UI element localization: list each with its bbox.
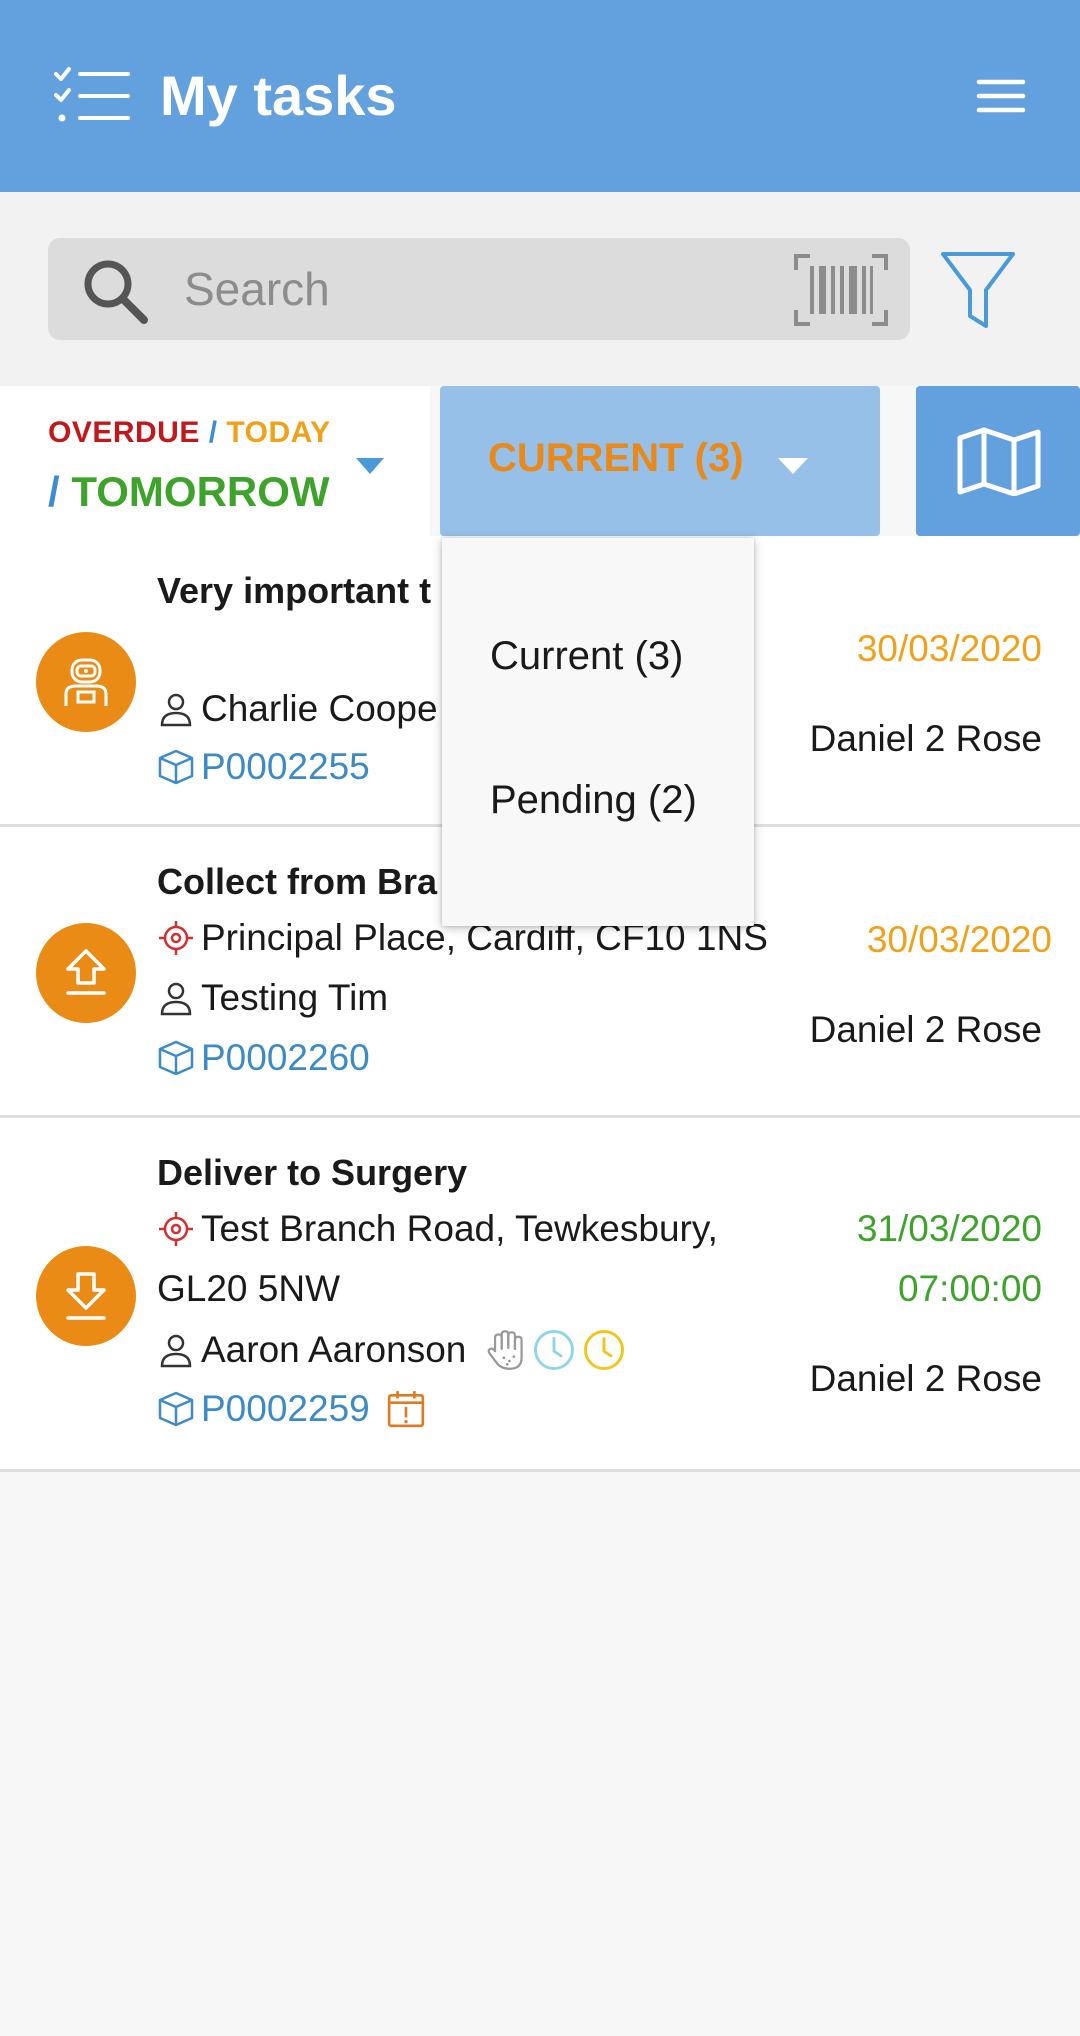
task-due-date: 30/03/2020 [866, 919, 1052, 960]
clock-yellow-icon [584, 1330, 625, 1370]
location-target-icon [159, 921, 193, 955]
package-icon [158, 1391, 194, 1427]
task-contact-name: Charlie Coope [201, 688, 438, 729]
task-type-avatar [36, 632, 136, 732]
hand-icon [487, 1330, 524, 1370]
filter-tabs: OVERDUE / TODAY / TOMORROW CURRENT (3) [0, 386, 1080, 536]
package-icon [158, 749, 194, 785]
task-address-line2-text: GL20 5NW [157, 1268, 341, 1309]
location-target-icon [159, 1212, 193, 1246]
task-due-date: 31/03/2020 [856, 1208, 1042, 1249]
dropdown-option-pending[interactable]: Pending (2) [490, 778, 697, 823]
search-box[interactable] [48, 238, 910, 340]
task-title: Collect from Bra [157, 861, 438, 902]
task-contact-name: Aaron Aaronson [201, 1329, 467, 1370]
task-driver: Daniel 2 Rose [809, 1358, 1042, 1399]
clock-blue-icon [534, 1330, 575, 1370]
person-icon [160, 1334, 192, 1368]
barcode-scan-icon[interactable] [794, 254, 888, 326]
task-title: Deliver to Surgery [157, 1152, 468, 1193]
calendar-alert-icon [387, 1391, 424, 1428]
chevron-down-icon [356, 458, 384, 474]
app-header: My tasks [0, 0, 1080, 192]
chevron-down-icon [778, 458, 808, 474]
status-dropdown-menu: Current (3) Pending (2) [442, 538, 754, 926]
task-address-line2: GL20 5NW [157, 1268, 340, 1310]
map-icon [957, 427, 1041, 496]
task-reference-number[interactable]: P0002260 [201, 1037, 370, 1079]
today-label: TODAY [226, 416, 331, 449]
task-reference-number[interactable]: P0002259 [201, 1388, 370, 1430]
task-reference: P0002259 [157, 1388, 432, 1430]
date-filter-dropdown[interactable]: OVERDUE / TODAY / TOMORROW [0, 386, 430, 536]
task-due-time: 07:00:00 [897, 1268, 1042, 1309]
upload-icon [66, 949, 106, 995]
task-title: Very important t [157, 570, 432, 611]
filter-icon[interactable] [940, 250, 1016, 332]
task-type-avatar [36, 923, 136, 1023]
task-due-date: 30/03/2020 [856, 628, 1042, 669]
task-contact: Charlie Coope [157, 688, 438, 730]
date-filter-line1: OVERDUE / TODAY [48, 416, 331, 450]
task-address-line1: Test Branch Road, Tewkesbury, [201, 1208, 718, 1249]
checklist-icon [54, 67, 130, 122]
task-type-avatar [36, 1246, 136, 1346]
task-item[interactable]: Deliver to Surgery Test Branch Road, Tew… [0, 1118, 1080, 1472]
task-reference-number[interactable]: P0002255 [201, 746, 370, 788]
slash-separator: / [48, 468, 72, 515]
task-contact: Testing Tim [157, 977, 388, 1019]
hamburger-menu-icon[interactable] [976, 78, 1026, 114]
task-driver: Daniel 2 Rose [809, 1009, 1042, 1050]
tomorrow-label: TOMORROW [71, 468, 330, 515]
search-input[interactable] [184, 254, 704, 324]
package-icon [158, 1040, 194, 1076]
person-icon [160, 693, 192, 727]
task-address: Test Branch Road, Tewkesbury, [157, 1208, 718, 1250]
person-icon [160, 982, 192, 1016]
task-contact-name: Testing Tim [201, 977, 389, 1018]
task-reference: P0002260 [157, 1037, 370, 1079]
date-filter-line2: / TOMORROW [48, 468, 330, 516]
overdue-label: OVERDUE [48, 416, 200, 449]
dropdown-option-current[interactable]: Current (3) [490, 634, 683, 679]
map-view-button[interactable] [916, 386, 1080, 536]
status-filter-label: CURRENT (3) [488, 436, 744, 480]
search-row [0, 192, 1080, 386]
task-contact: Aaron Aaronson [157, 1328, 632, 1372]
download-icon [66, 1272, 106, 1320]
task-driver: Daniel 2 Rose [809, 718, 1042, 759]
robot-icon [64, 658, 108, 706]
status-filter-dropdown[interactable]: CURRENT (3) [440, 386, 880, 536]
slash-separator: / [199, 416, 227, 449]
task-reference: P0002255 [157, 746, 370, 788]
search-icon [84, 260, 148, 324]
page-title: My tasks [160, 64, 397, 127]
